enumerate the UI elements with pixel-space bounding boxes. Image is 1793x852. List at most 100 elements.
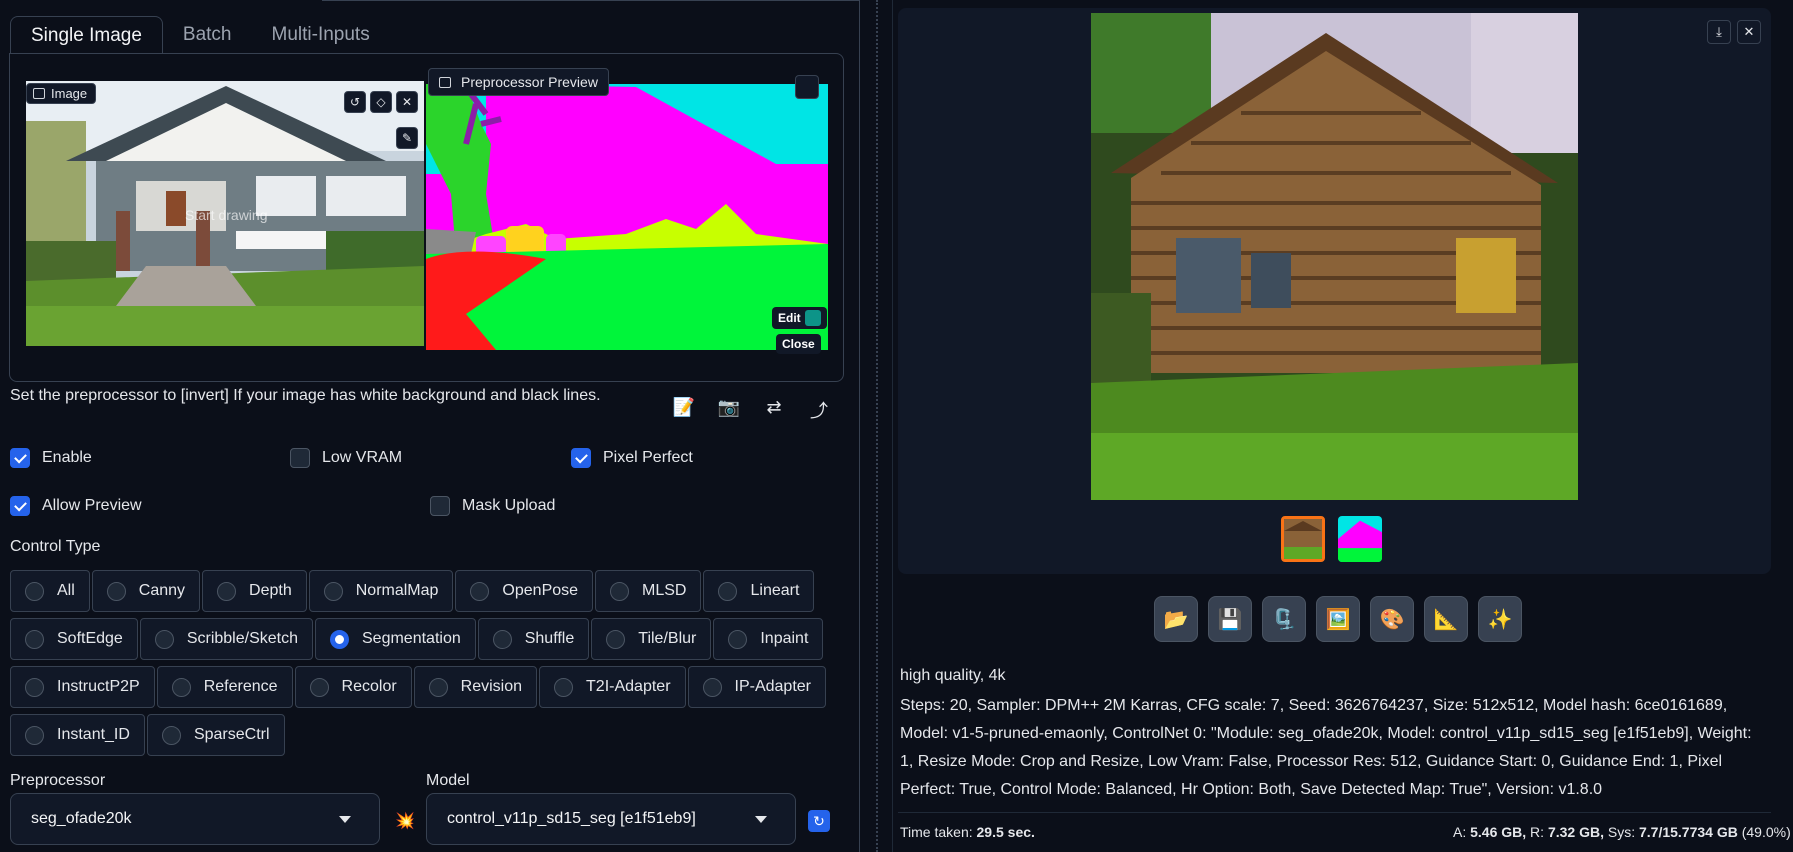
radio-inpaint[interactable]: Inpaint (713, 618, 824, 660)
run-preprocessor-icon[interactable]: 💥 (395, 811, 415, 831)
thumbnail-segmentation[interactable] (1338, 516, 1382, 562)
tab-multi-inputs[interactable]: Multi-Inputs (252, 16, 390, 54)
radio-dot (25, 725, 44, 745)
control-type-row-3: InstructP2P Reference Recolor Revision T… (10, 666, 826, 708)
thumb-cabin-image (1284, 519, 1322, 559)
enable-checkbox[interactable]: Enable (10, 448, 92, 468)
cabin-image (1091, 13, 1578, 500)
radio-segmentation[interactable]: Segmentation (315, 618, 476, 660)
send-to-extras-icon[interactable]: 📐 (1424, 596, 1468, 642)
new-canvas-icon[interactable]: 📝 (672, 397, 696, 418)
top-border (322, 0, 860, 3)
send-dimensions-icon[interactable]: ⤴ (807, 397, 831, 423)
camera-icon[interactable]: 📷 (717, 397, 741, 418)
control-type-row-4: Instant_ID SparseCtrl (10, 714, 285, 756)
download-icon[interactable]: ⤓ (1707, 20, 1731, 44)
radio-dot-selected (330, 629, 349, 649)
download-icon[interactable] (795, 75, 819, 99)
radio-instructp2p[interactable]: InstructP2P (10, 666, 155, 708)
radio-dot (428, 677, 448, 697)
radio-softedge[interactable]: SoftEdge (10, 618, 138, 660)
radio-canny[interactable]: Canny (91, 570, 201, 612)
radio-dot (217, 581, 237, 601)
radio-recolor[interactable]: Recolor (294, 666, 412, 708)
chevron-down-icon (755, 816, 767, 823)
generated-image[interactable] (1091, 13, 1578, 500)
segmentation-map (426, 84, 828, 350)
mask-upload-checkbox[interactable]: Mask Upload (430, 496, 555, 516)
refresh-models-icon[interactable]: ↻ (808, 810, 830, 832)
close-icon[interactable]: ✕ (1737, 20, 1761, 44)
radio-scribble-sketch[interactable]: Scribble/Sketch (139, 618, 313, 660)
preprocessor-dropdown[interactable]: seg_ofade20k (10, 793, 380, 845)
control-type-label: Control Type (10, 538, 101, 555)
radio-dot (25, 677, 44, 697)
draw-hint: Start drawing (185, 207, 268, 223)
photopea-icon (804, 310, 821, 326)
radio-normalmap[interactable]: NormalMap (308, 570, 454, 612)
checkbox-box[interactable] (430, 496, 450, 516)
radio-instant-id[interactable]: Instant_ID (10, 714, 145, 756)
model-dropdown[interactable]: control_v11p_sd15_seg [e1f51eb9] (426, 793, 796, 845)
time-taken: Time taken: 29.5 sec. (900, 824, 1035, 840)
image-label: Image (26, 83, 97, 104)
radio-shuffle[interactable]: Shuffle (477, 618, 590, 660)
radio-reference[interactable]: Reference (156, 666, 293, 708)
image-icon (439, 77, 451, 88)
brush-icon[interactable]: ✎ (396, 127, 418, 149)
radio-dot (25, 629, 44, 649)
controlnet-panel: Single Image Batch Multi-Inputs Image ↺ … (0, 0, 868, 852)
radio-dot (309, 677, 329, 697)
close-preview-button[interactable]: Close (776, 334, 821, 354)
edit-button[interactable]: Edit (772, 307, 827, 329)
control-type-row-2: SoftEdge Scribble/Sketch Segmentation Sh… (10, 618, 824, 660)
thumb-seg-image (1338, 516, 1382, 562)
checkbox-box[interactable] (10, 448, 30, 468)
generation-params: Steps: 20, Sampler: DPM++ 2M Karras, CFG… (900, 697, 1752, 798)
radio-dot (470, 581, 490, 601)
undo-icon[interactable]: ↺ (344, 91, 366, 113)
control-type-row-1: All Canny Depth NormalMap OpenPose MLSD … (10, 570, 815, 612)
low-vram-checkbox[interactable]: Low VRAM (290, 448, 402, 468)
radio-dot (554, 677, 574, 697)
resize-handle[interactable] (876, 0, 878, 852)
checkbox-box[interactable] (571, 448, 591, 468)
tab-batch[interactable]: Batch (163, 16, 252, 54)
radio-lineart[interactable]: Lineart (703, 570, 815, 612)
invert-hint: Set the preprocessor to [invert] If your… (10, 387, 601, 404)
send-to-inpaint-icon[interactable]: 🎨 (1370, 596, 1414, 642)
checkbox-box[interactable] (290, 448, 310, 468)
radio-sparsectrl[interactable]: SparseCtrl (146, 714, 285, 756)
radio-ip-adapter[interactable]: IP-Adapter (687, 666, 826, 708)
radio-depth[interactable]: Depth (202, 570, 307, 612)
footer-divider (898, 812, 1771, 813)
radio-t2i-adapter[interactable]: T2I-Adapter (539, 666, 686, 708)
radio-revision[interactable]: Revision (413, 666, 538, 708)
zip-icon[interactable]: 🗜️ (1262, 596, 1306, 642)
checkbox-box[interactable] (10, 496, 30, 516)
generation-prompt: high quality, 4k (900, 667, 1006, 684)
radio-all[interactable]: All (10, 570, 90, 612)
radio-openpose[interactable]: OpenPose (455, 570, 594, 612)
sparkles-icon[interactable]: ✨ (1478, 596, 1522, 642)
output-actions: 📂 💾 🗜️ 🖼️ 🎨 📐 ✨ (1154, 596, 1522, 642)
close-icon[interactable]: ✕ (396, 91, 418, 113)
radio-mlsd[interactable]: MLSD (595, 570, 702, 612)
tab-single-image[interactable]: Single Image (10, 16, 163, 54)
pixel-perfect-checkbox[interactable]: Pixel Perfect (571, 448, 693, 468)
save-icon[interactable]: 💾 (1208, 596, 1252, 642)
thumbnail-cabin[interactable] (1281, 516, 1325, 562)
radio-dot (702, 677, 722, 697)
swap-icon[interactable]: ⇄ (762, 397, 786, 418)
radio-tile-blur[interactable]: Tile/Blur (591, 618, 712, 660)
allow-preview-checkbox[interactable]: Allow Preview (10, 496, 142, 516)
send-to-img2img-icon[interactable]: 🖼️ (1316, 596, 1360, 642)
preprocessor-label: Preprocessor (10, 772, 106, 789)
memory-stats: A: 5.46 GB, R: 7.32 GB, Sys: 7.7/15.7734… (1453, 824, 1791, 840)
input-tabs: Single Image Batch Multi-Inputs (10, 16, 390, 54)
image-icon (33, 88, 45, 99)
radio-dot (25, 581, 44, 601)
open-folder-icon[interactable]: 📂 (1154, 596, 1198, 642)
radio-dot (161, 725, 181, 745)
eraser-icon[interactable]: ◇ (370, 91, 392, 113)
